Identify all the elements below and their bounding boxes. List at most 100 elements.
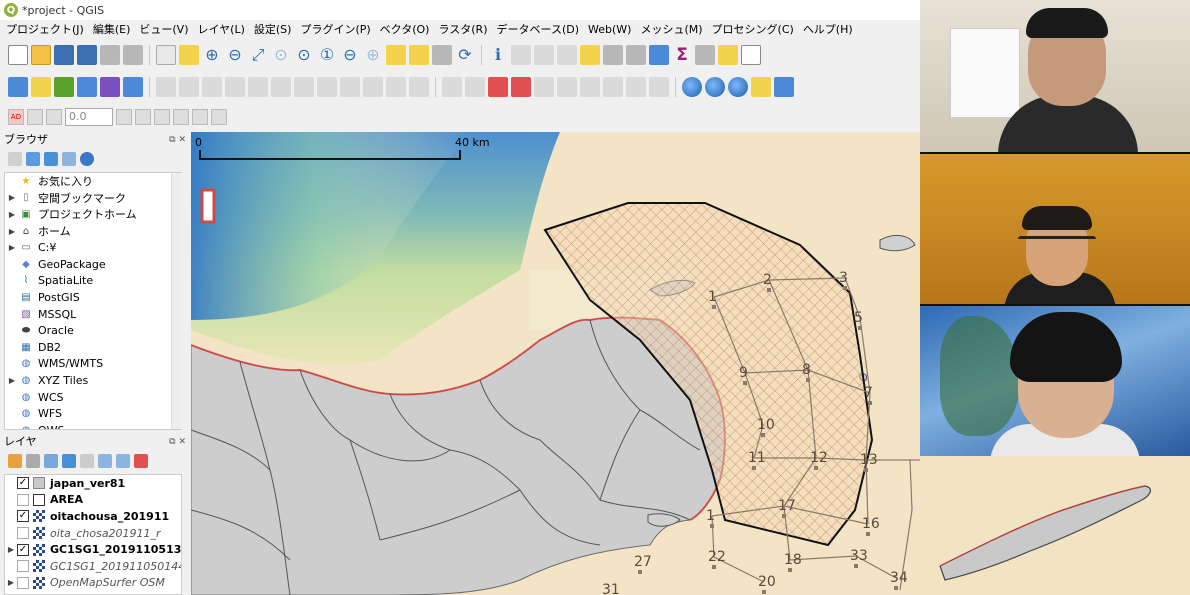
new-map-view-icon[interactable] — [386, 45, 406, 65]
zoom-to-selection-icon[interactable]: ⊙ — [271, 45, 291, 65]
save-as-icon[interactable] — [77, 45, 97, 65]
label-shadow-icon[interactable] — [154, 109, 170, 125]
browser-item[interactable]: ▧ MSSQL — [5, 306, 181, 323]
participant-video-1[interactable] — [920, 0, 1190, 152]
label-style-icon[interactable] — [27, 109, 43, 125]
new-bookmark-icon[interactable] — [409, 45, 429, 65]
browser-item[interactable]: ⌇ SpatiaLite — [5, 273, 181, 290]
change-label-icon[interactable] — [580, 77, 600, 97]
add-group-icon[interactable] — [26, 454, 40, 468]
menu-item[interactable]: ビュー(V) — [139, 21, 188, 37]
zoom-to-layer-icon[interactable]: ⊙ — [294, 45, 314, 65]
browser-item[interactable]: ▶ ▣ プロジェクトホーム — [5, 206, 181, 223]
browser-item[interactable]: ◆ GeoPackage — [5, 256, 181, 273]
statistics-sigma-icon[interactable]: Σ — [672, 45, 692, 65]
layer-item[interactable]: ✓ oitachousa_201911 — [5, 508, 181, 525]
menu-item[interactable]: ラスタ(R) — [438, 21, 487, 37]
browser-item[interactable]: ▶ ▭ C:¥ — [5, 239, 181, 256]
map-canvas[interactable]: 12357891011121315161711820222733343135 0… — [191, 132, 920, 595]
python-console-icon[interactable] — [751, 77, 771, 97]
toolbox-gear-icon[interactable] — [649, 45, 669, 65]
new-temp-layer-icon[interactable] — [100, 77, 120, 97]
browser-item[interactable]: ★ お気に入り — [5, 173, 181, 190]
select-features-icon[interactable] — [534, 45, 554, 65]
modify-attributes-icon[interactable] — [271, 77, 291, 97]
add-selected-layers-icon[interactable] — [8, 152, 22, 166]
menu-item[interactable]: メッシュ(M) — [640, 21, 702, 37]
web-globe-add-icon[interactable] — [705, 77, 725, 97]
menu-item[interactable]: ヘルプ(H) — [803, 21, 853, 37]
virtual-layer-icon[interactable] — [123, 77, 143, 97]
expand-all-icon[interactable] — [98, 454, 112, 468]
layer-visibility-checkbox[interactable] — [17, 493, 29, 506]
new-project-icon[interactable] — [8, 45, 28, 65]
label-font-icon[interactable] — [135, 109, 151, 125]
menu-item[interactable]: Web(W) — [588, 23, 631, 36]
layer-visibility-checkbox[interactable]: ✓ — [17, 477, 29, 490]
zoom-full-icon[interactable]: ⤢ — [248, 45, 268, 65]
text-annotation-icon[interactable] — [741, 45, 761, 65]
layout-manager-icon[interactable] — [123, 45, 143, 65]
menu-item[interactable]: プロジェクト(J) — [6, 21, 84, 37]
browser-tree[interactable]: ★ お気に入り ▶ ▯ 空間ブックマーク ▶ ▣ プロジェクトホーム ▶ ⌂ ホーム ▶ ▭ C:¥ ◆ Ge… — [4, 172, 182, 430]
label-size-spinbox[interactable]: 0.0 — [65, 108, 113, 126]
add-vector-layer-icon[interactable] — [54, 77, 74, 97]
zoom-native-icon[interactable]: ① — [317, 45, 337, 65]
browser-item[interactable]: ◍ WCS — [5, 389, 181, 406]
attribute-table-icon[interactable] — [603, 45, 623, 65]
toggle-editing-icon[interactable] — [179, 77, 199, 97]
expand-arrow-icon[interactable]: ▶ — [5, 193, 19, 202]
expand-arrow-icon[interactable]: ▶ — [5, 243, 19, 252]
browser-item[interactable]: ▶ ⌂ ホーム — [5, 223, 181, 240]
layer-item[interactable]: GC1SG1_2019110501441 — [5, 558, 181, 575]
filter-expression-icon[interactable] — [80, 454, 94, 468]
save-edits-icon[interactable] — [202, 77, 222, 97]
browser-item[interactable]: ◍ OWS — [5, 422, 181, 429]
filter-legend-icon[interactable] — [62, 454, 76, 468]
expand-arrow-icon[interactable]: ▶ — [5, 227, 19, 236]
refresh-icon[interactable] — [26, 152, 40, 166]
label-options-icon[interactable] — [649, 77, 669, 97]
measure-icon[interactable] — [695, 45, 715, 65]
browser-item[interactable]: ◍ WFS — [5, 405, 181, 422]
menu-item[interactable]: レイヤ(L) — [197, 21, 244, 37]
participant-video-3[interactable] — [920, 306, 1190, 456]
save-project-icon[interactable] — [54, 45, 74, 65]
menu-item[interactable]: 編集(E) — [93, 21, 131, 37]
vertex-tool-icon[interactable] — [248, 77, 268, 97]
identify-features-icon[interactable]: ℹ — [488, 45, 508, 65]
layer-item[interactable]: ▶ OpenMapSurfer OSM — [5, 575, 181, 592]
browser-item[interactable]: ▶ ▯ 空間ブックマーク — [5, 190, 181, 207]
browser-scrollbar[interactable] — [171, 173, 182, 429]
menu-item[interactable]: 設定(S) — [254, 21, 292, 37]
zoom-next-icon[interactable]: ⊕ — [363, 45, 383, 65]
show-bookmarks-icon[interactable] — [432, 45, 452, 65]
field-calculator-icon[interactable] — [626, 45, 646, 65]
style-panel-brush-icon[interactable] — [8, 454, 22, 468]
layer-visibility-checkbox[interactable] — [17, 527, 29, 540]
deselect-icon[interactable] — [580, 45, 600, 65]
shared-map-zoom-view[interactable] — [920, 456, 1190, 595]
new-geopackage-layer-icon[interactable] — [31, 77, 51, 97]
undo-icon[interactable] — [386, 77, 406, 97]
web-globe-icon[interactable] — [682, 77, 702, 97]
help-icon[interactable] — [774, 77, 794, 97]
paste-features-icon[interactable] — [363, 77, 383, 97]
layer-visibility-checkbox[interactable]: ✓ — [17, 510, 29, 523]
delete-selected-icon[interactable] — [294, 77, 314, 97]
layer-item[interactable]: AREA — [5, 492, 181, 509]
expand-arrow-icon[interactable]: ▶ — [5, 578, 17, 587]
collapse-all-icon[interactable] — [116, 454, 130, 468]
remove-layer-icon[interactable] — [134, 454, 148, 468]
collapse-all-icon[interactable] — [62, 152, 76, 166]
edit-pencil-icon[interactable] — [156, 77, 176, 97]
menu-item[interactable]: データベース(D) — [497, 21, 580, 37]
label-toolbar-icon[interactable] — [442, 77, 462, 97]
layer-visibility-checkbox[interactable] — [17, 560, 29, 573]
expand-arrow-icon[interactable]: ▶ — [5, 376, 19, 385]
cut-features-icon[interactable] — [317, 77, 337, 97]
layer-visibility-checkbox[interactable]: ✓ — [17, 543, 29, 556]
pan-hand-icon[interactable] — [156, 45, 176, 65]
redo-icon[interactable] — [409, 77, 429, 97]
panel-float-close-icon[interactable]: ⧉ ✕ — [169, 132, 186, 148]
